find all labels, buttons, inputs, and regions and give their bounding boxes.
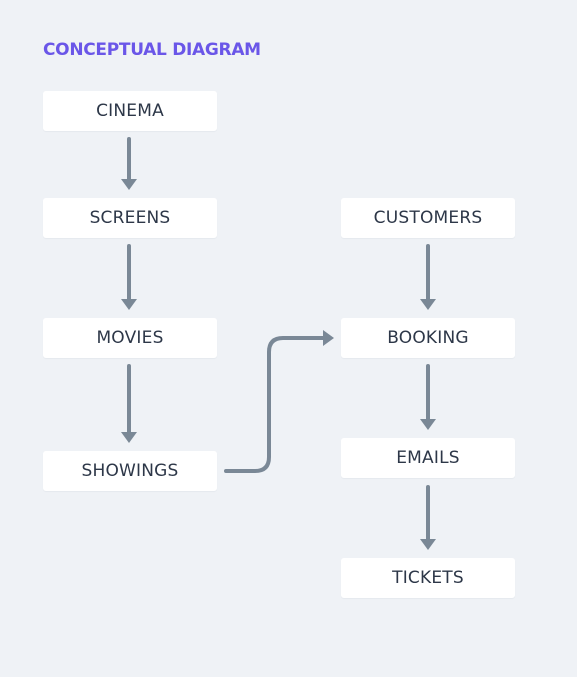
edges-layer (121, 137, 436, 550)
arrowhead-emails (420, 419, 436, 430)
arrowhead-booking-side (323, 330, 334, 346)
arrowhead-movies (121, 299, 137, 310)
arrowhead-showings (121, 432, 137, 443)
arrowhead-booking (420, 299, 436, 310)
edge-showings-booking (224, 336, 326, 473)
arrowhead-screens (121, 179, 137, 190)
arrowhead-tickets (420, 539, 436, 550)
